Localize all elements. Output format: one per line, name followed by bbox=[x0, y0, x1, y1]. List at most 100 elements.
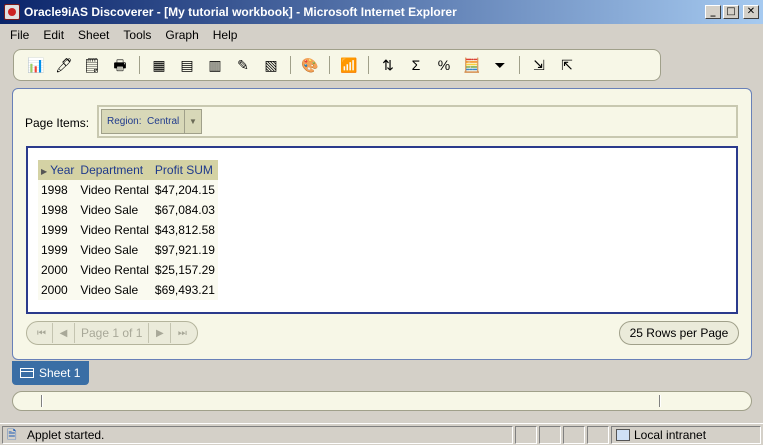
table-row: 1999 Video Rental $43,812.58 bbox=[38, 220, 218, 240]
window-controls: _ □ ✕ bbox=[705, 5, 759, 19]
department-cell[interactable]: Video Sale bbox=[77, 240, 152, 260]
profit-cell[interactable]: $97,921.19 bbox=[151, 240, 218, 260]
table-row: 2000 Video Sale $69,493.21 bbox=[38, 280, 218, 300]
status-text-area: 🗎 Applet started. bbox=[2, 425, 513, 444]
export-icon[interactable]: ⇲ bbox=[528, 54, 550, 76]
edit-sheet-icon[interactable]: ▦ bbox=[148, 54, 170, 76]
column-header-department[interactable]: Department bbox=[77, 160, 152, 180]
next-page-icon[interactable]: ▶ bbox=[149, 323, 172, 343]
window-title: Oracle9iAS Discoverer - [My tutorial wor… bbox=[24, 5, 457, 19]
department-cell[interactable]: Video Rental bbox=[77, 180, 152, 200]
rows-per-page-button[interactable]: 25 Rows per Page bbox=[619, 321, 739, 345]
save-icon[interactable]: 🗒 bbox=[81, 54, 103, 76]
sheet-icon bbox=[20, 368, 34, 378]
toolbar: 📊 🖊 🗒 🖶 ▦ ▤ ▥ ✎ ▧ 🎨 📶 ⇅ Σ % 🧮 ⏷ ⇲ ⇱ bbox=[13, 49, 661, 81]
column-header-year[interactable]: ▶ Year bbox=[38, 160, 78, 180]
crosstab-layout-icon[interactable]: ▥ bbox=[204, 54, 226, 76]
minimize-button[interactable]: _ bbox=[705, 5, 721, 19]
region-dropdown[interactable]: Region: Central ▼ bbox=[101, 109, 202, 134]
region-value: Central bbox=[147, 116, 180, 127]
toolbar-separator bbox=[519, 56, 520, 74]
intranet-icon bbox=[616, 428, 630, 441]
page-items-bar: Region: Central ▼ bbox=[97, 105, 738, 138]
scroll-left-marker bbox=[41, 395, 43, 407]
column-header-profit-sum[interactable]: Profit SUM bbox=[151, 160, 218, 180]
department-cell[interactable]: Video Rental bbox=[77, 260, 152, 280]
first-page-icon[interactable]: ⏮ bbox=[31, 323, 53, 343]
chevron-down-icon[interactable]: ▼ bbox=[184, 110, 201, 133]
print-icon[interactable]: 🖶 bbox=[109, 54, 131, 76]
scroll-right-marker bbox=[659, 395, 661, 407]
year-cell[interactable]: 1998 bbox=[38, 200, 78, 220]
sum-icon[interactable]: Σ bbox=[405, 54, 427, 76]
status-cell bbox=[587, 425, 609, 444]
year-cell[interactable]: 1998 bbox=[38, 180, 78, 200]
new-workbook-icon[interactable]: 📊 bbox=[25, 54, 47, 76]
toolbar-separator bbox=[290, 56, 291, 74]
status-cell bbox=[515, 425, 537, 444]
profit-cell[interactable]: $67,084.03 bbox=[151, 200, 218, 220]
page-indicator: Page 1 of 1 bbox=[75, 323, 150, 343]
worksheet-panel: Page Items: Region: Central ▼ ▶ Year Depa… bbox=[12, 88, 752, 360]
title-bar: Oracle9iAS Discoverer - [My tutorial wor… bbox=[0, 0, 763, 24]
menu-tools[interactable]: Tools bbox=[123, 28, 151, 42]
year-cell[interactable]: 2000 bbox=[38, 260, 78, 280]
toolbar-separator bbox=[329, 56, 330, 74]
year-cell[interactable]: 1999 bbox=[38, 220, 78, 240]
page-items-label: Page Items: bbox=[25, 116, 90, 130]
tab-sheet-1[interactable]: Sheet 1 bbox=[12, 361, 89, 385]
zone-label: Local intranet bbox=[634, 427, 707, 442]
security-zone: Local intranet bbox=[611, 425, 761, 444]
table-row: 1998 Video Rental $47,204.15 bbox=[38, 180, 218, 200]
status-cell bbox=[539, 425, 561, 444]
page-icon: 🗎 bbox=[7, 427, 17, 442]
sheet-tab-label: Sheet 1 bbox=[39, 366, 81, 380]
profit-cell[interactable]: $69,493.21 bbox=[151, 280, 218, 300]
ie-app-icon[interactable] bbox=[4, 4, 20, 20]
horizontal-scrollbar[interactable] bbox=[12, 391, 752, 411]
table-row: 2000 Video Rental $25,157.29 bbox=[38, 260, 218, 280]
menu-graph[interactable]: Graph bbox=[165, 28, 198, 42]
menu-help[interactable]: Help bbox=[213, 28, 238, 42]
department-cell[interactable]: Video Sale bbox=[77, 200, 152, 220]
menu-bar: File Edit Sheet Tools Graph Help bbox=[0, 25, 763, 45]
table-row: 1998 Video Sale $67,084.03 bbox=[38, 200, 218, 220]
menu-file[interactable]: File bbox=[10, 28, 29, 42]
open-workbook-icon[interactable]: 🖊 bbox=[53, 54, 75, 76]
menu-edit[interactable]: Edit bbox=[43, 28, 64, 42]
graph-icon[interactable]: 📶 bbox=[338, 54, 360, 76]
maximize-button[interactable]: □ bbox=[723, 5, 739, 19]
department-cell[interactable]: Video Rental bbox=[77, 220, 152, 240]
results-table: ▶ Year Department Profit SUM 1998 Video R… bbox=[38, 160, 218, 300]
close-button[interactable]: ✕ bbox=[743, 5, 759, 19]
status-cell bbox=[563, 425, 585, 444]
results-table-frame: ▶ Year Department Profit SUM 1998 Video R… bbox=[26, 146, 738, 314]
status-text: Applet started. bbox=[27, 427, 105, 442]
pager: ⏮ ◀ Page 1 of 1 ▶ ⏭ bbox=[26, 321, 199, 345]
sort-icon[interactable]: ⇅ bbox=[377, 54, 399, 76]
table-row: 1999 Video Sale $97,921.19 bbox=[38, 240, 218, 260]
table-header-row: ▶ Year Department Profit SUM bbox=[38, 160, 218, 180]
year-cell[interactable]: 1999 bbox=[38, 240, 78, 260]
edit-item-icon[interactable]: ✎ bbox=[232, 54, 254, 76]
profit-cell[interactable]: $43,812.58 bbox=[151, 220, 218, 240]
expand-triangle-icon[interactable]: ▶ bbox=[41, 167, 47, 176]
department-cell[interactable]: Video Sale bbox=[77, 280, 152, 300]
percent-icon[interactable]: % bbox=[433, 54, 455, 76]
menu-sheet[interactable]: Sheet bbox=[78, 28, 109, 42]
toolbar-separator bbox=[139, 56, 140, 74]
drill-icon[interactable]: ⇱ bbox=[556, 54, 578, 76]
year-cell[interactable]: 2000 bbox=[38, 280, 78, 300]
profit-cell[interactable]: $25,157.29 bbox=[151, 260, 218, 280]
status-bar: 🗎 Applet started. Local intranet bbox=[0, 423, 763, 445]
prev-page-icon[interactable]: ◀ bbox=[53, 323, 75, 343]
pivot-icon[interactable]: ▧ bbox=[260, 54, 282, 76]
calculation-icon[interactable]: 🧮 bbox=[461, 54, 483, 76]
region-label: Region: bbox=[107, 116, 142, 127]
table-layout-icon[interactable]: ▤ bbox=[176, 54, 198, 76]
last-page-icon[interactable]: ⏭ bbox=[171, 323, 193, 343]
toolbar-separator bbox=[368, 56, 369, 74]
filter-icon[interactable]: ⏷ bbox=[489, 54, 511, 76]
profit-cell[interactable]: $47,204.15 bbox=[151, 180, 218, 200]
format-icon[interactable]: 🎨 bbox=[299, 54, 321, 76]
